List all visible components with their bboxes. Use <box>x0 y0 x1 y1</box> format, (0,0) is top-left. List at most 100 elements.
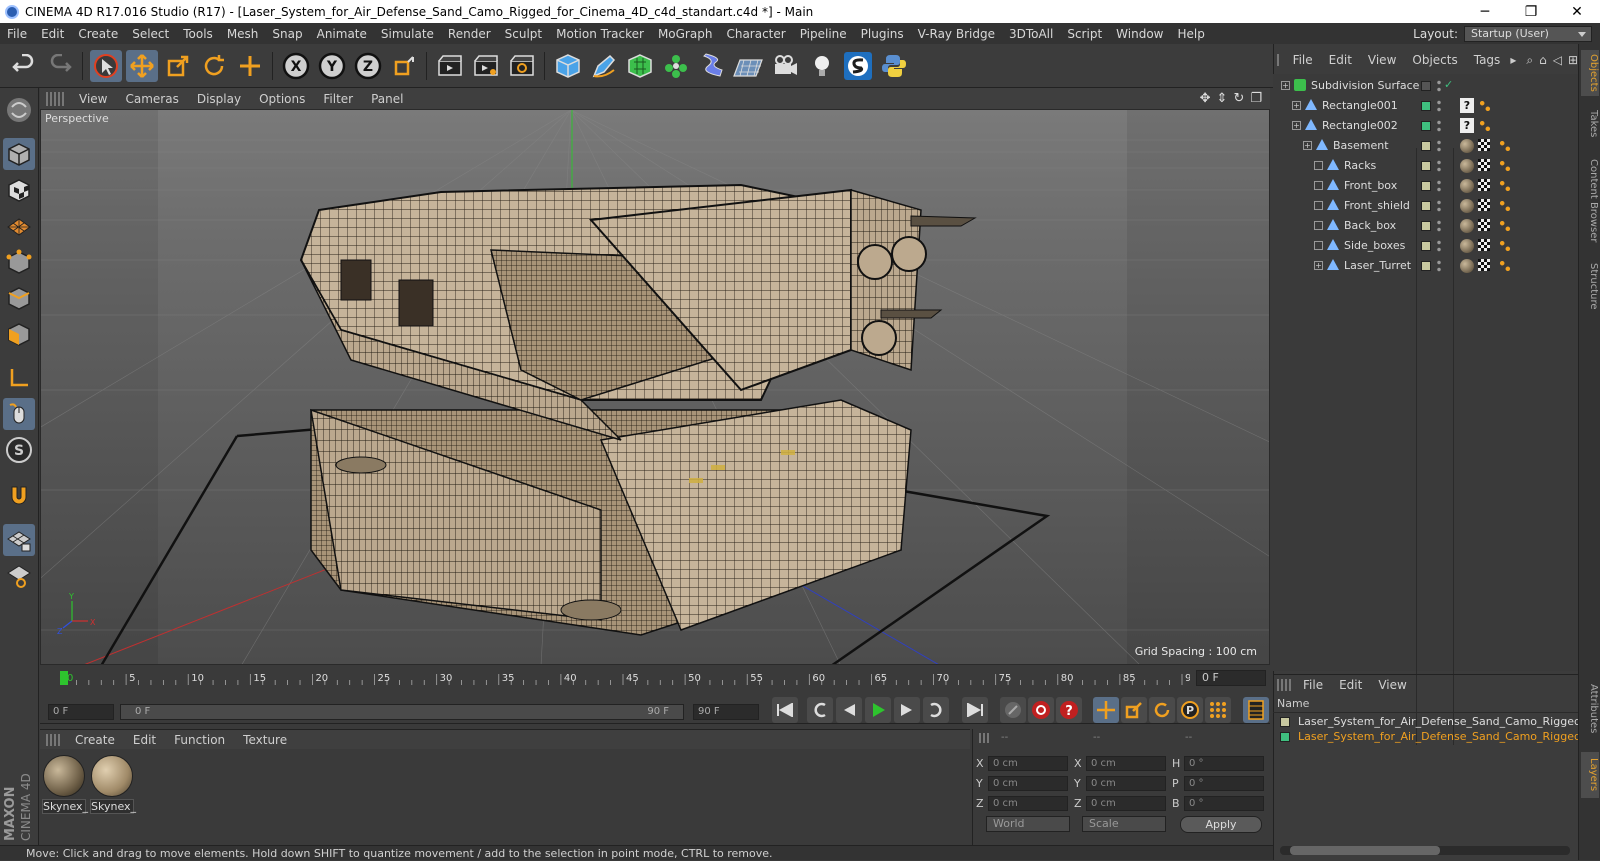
layer-color-swatch[interactable] <box>1280 716 1290 727</box>
layer-color-swatch[interactable] <box>1421 261 1431 271</box>
snap-icon[interactable] <box>3 480 35 512</box>
next-key-icon[interactable] <box>923 697 949 723</box>
back-icon[interactable]: ◁ <box>1553 53 1562 67</box>
z-axis-icon[interactable]: Z <box>352 50 384 82</box>
add-icon[interactable] <box>234 50 266 82</box>
home-icon[interactable]: ⌂ <box>1539 53 1547 67</box>
expand-toggle-icon[interactable] <box>1314 241 1323 250</box>
texture-tag-icon[interactable] <box>1478 159 1490 171</box>
end-frame-field[interactable]: 90 F <box>693 704 759 720</box>
visibility-dots-icon[interactable] <box>1437 259 1441 273</box>
render-settings-icon[interactable] <box>506 50 538 82</box>
undo-icon[interactable] <box>8 50 40 82</box>
expand-toggle-icon[interactable] <box>1314 161 1323 170</box>
expand-toggle-icon[interactable]: + <box>1281 81 1290 90</box>
object-row[interactable]: Back_box <box>1273 216 1578 236</box>
position-x-field[interactable]: 0 cm <box>988 755 1068 771</box>
make-editable-icon[interactable] <box>3 94 35 126</box>
om-menu-view[interactable]: View <box>1360 53 1404 67</box>
menu-pipeline[interactable]: Pipeline <box>793 27 854 41</box>
object-row[interactable]: + Rectangle001? <box>1273 96 1578 116</box>
size-x-field[interactable]: 0 cm <box>1086 755 1166 771</box>
render-view-icon[interactable] <box>434 50 466 82</box>
texture-tag-icon[interactable] <box>1478 179 1490 191</box>
ik-tag-icon[interactable] <box>1478 99 1492 113</box>
coordinate-system-icon[interactable] <box>388 50 420 82</box>
panel-grip-icon[interactable] <box>46 91 64 106</box>
viewport-perspective[interactable]: Y X Z Perspective Grid Spacing : 100 cm <box>40 109 1270 665</box>
material-item[interactable]: Skynex_ <box>42 755 88 814</box>
start-frame-field[interactable]: 0 F <box>48 704 114 720</box>
solo-icon[interactable]: S <box>3 434 35 466</box>
om-menu-objects[interactable]: Objects <box>1404 53 1465 67</box>
layer-row[interactable]: Laser_System_for_Air_Defense_Sand_Camo_R… <box>1280 729 1581 744</box>
visibility-dots-icon[interactable] <box>1437 79 1441 93</box>
keyframe-selection-icon[interactable]: ? <box>1056 697 1082 723</box>
viewport-zoom-icon[interactable]: ⇕ <box>1217 91 1228 106</box>
expand-toggle-icon[interactable]: + <box>1303 141 1312 150</box>
menu-render[interactable]: Render <box>441 27 498 41</box>
position-z-field[interactable]: 0 cm <box>988 795 1068 811</box>
tab-attributes[interactable]: Attributes <box>1581 674 1599 744</box>
material-tag-icon[interactable] <box>1460 159 1474 173</box>
y-axis-icon[interactable]: Y <box>316 50 348 82</box>
material-tag-icon[interactable] <box>1460 259 1474 273</box>
object-row[interactable]: Side_boxes <box>1273 236 1578 256</box>
new-manager-icon[interactable]: ⊞ <box>1568 53 1578 67</box>
more-arrow-icon[interactable]: ▸ <box>1510 53 1516 67</box>
visibility-dots-icon[interactable] <box>1437 219 1441 233</box>
menu-select[interactable]: Select <box>125 27 176 41</box>
scale-icon[interactable] <box>162 50 194 82</box>
panel-grip-icon[interactable] <box>1277 678 1291 691</box>
panel-grip-icon[interactable] <box>46 733 60 746</box>
layer-color-swatch[interactable] <box>1421 101 1431 111</box>
current-frame-field[interactable]: 0 F <box>1196 670 1266 686</box>
unknown-tag-icon[interactable]: ? <box>1460 118 1474 133</box>
layer-color-swatch[interactable] <box>1421 161 1431 171</box>
timeline-ruler[interactable]: 051015202530354045505560657075808590 <box>60 671 1190 685</box>
layer-row[interactable]: Laser_System_for_Air_Defense_Sand_Camo_R… <box>1280 714 1581 729</box>
vp-menu-view[interactable]: View <box>70 92 116 106</box>
menu-tools[interactable]: Tools <box>176 27 220 41</box>
viewport-move-icon[interactable]: ✥ <box>1200 91 1211 106</box>
mat-menu-texture[interactable]: Texture <box>234 733 296 747</box>
rotation-p-field[interactable]: 0 ° <box>1184 775 1264 791</box>
visibility-dots-icon[interactable] <box>1437 239 1441 253</box>
material-tag-icon[interactable] <box>1460 219 1474 233</box>
expand-toggle-icon[interactable]: + <box>1292 101 1301 110</box>
key-scale-icon[interactable] <box>1121 697 1147 723</box>
layer-color-swatch[interactable] <box>1421 141 1431 151</box>
expand-toggle-icon[interactable] <box>1314 181 1323 190</box>
texture-tag-icon[interactable] <box>1478 199 1490 211</box>
rotation-h-field[interactable]: 0 ° <box>1184 755 1264 771</box>
key-position-icon[interactable] <box>1093 697 1119 723</box>
texture-tag-icon[interactable] <box>1478 259 1490 271</box>
mat-menu-create[interactable]: Create <box>66 733 124 747</box>
om-menu-edit[interactable]: Edit <box>1321 53 1360 67</box>
floor-icon[interactable] <box>732 50 764 82</box>
ik-tag-icon[interactable] <box>1498 219 1512 233</box>
ik-tag-icon[interactable] <box>1498 139 1512 153</box>
ik-tag-icon[interactable] <box>1498 259 1512 273</box>
tweak-mode-icon[interactable] <box>3 398 35 430</box>
play-icon[interactable] <box>865 697 891 723</box>
menu-vray-bridge[interactable]: V-Ray Bridge <box>911 27 1002 41</box>
layer-color-swatch[interactable] <box>1421 241 1431 251</box>
menu-plugins[interactable]: Plugins <box>854 27 911 41</box>
om-menu-file[interactable]: File <box>1285 53 1321 67</box>
timeline-layout-icon[interactable] <box>1243 697 1269 723</box>
object-row[interactable]: + Subdivision Surface ✓ <box>1273 76 1578 96</box>
ik-tag-icon[interactable] <box>1498 179 1512 193</box>
select-arrow-icon[interactable] <box>90 50 122 82</box>
scrollbar-thumb[interactable] <box>1290 846 1440 855</box>
key-pla-icon[interactable] <box>1205 697 1231 723</box>
maximize-button[interactable]: ❐ <box>1508 4 1554 20</box>
menu-edit[interactable]: Edit <box>34 27 71 41</box>
visibility-dots-icon[interactable] <box>1437 99 1441 113</box>
previous-frame-icon[interactable] <box>836 697 862 723</box>
expand-toggle-icon[interactable]: + <box>1292 121 1301 130</box>
material-tag-icon[interactable] <box>1460 179 1474 193</box>
pen-icon[interactable] <box>588 50 620 82</box>
object-row[interactable]: + Rectangle002? <box>1273 116 1578 136</box>
object-row[interactable]: + Laser_Turret <box>1273 256 1578 276</box>
